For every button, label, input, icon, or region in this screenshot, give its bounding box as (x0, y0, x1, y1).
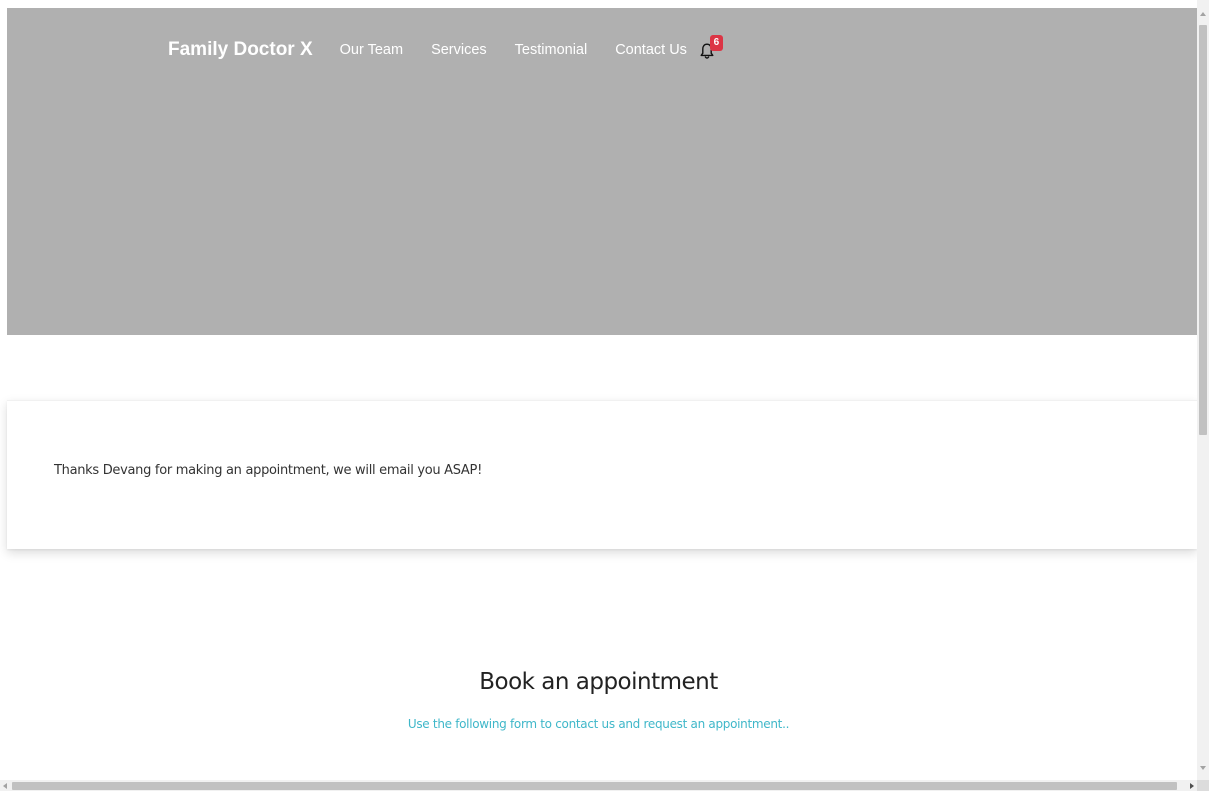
notification-count-badge: 6 (709, 35, 723, 51)
nav-link-testimonial[interactable]: Testimonial (515, 42, 588, 58)
horizontal-scrollbar[interactable] (0, 780, 1197, 791)
book-appointment-title: Book an appointment (479, 669, 718, 695)
nav-link-services[interactable]: Services (431, 42, 487, 58)
scroll-left-arrow-icon[interactable] (3, 783, 7, 789)
appointment-confirmation-card: Thanks Devang for making an appointment,… (7, 400, 1197, 549)
notifications-button[interactable]: 6 (698, 35, 723, 63)
nav-link-contact-us[interactable]: Contact Us (615, 42, 687, 58)
horizontal-scroll-thumb[interactable] (12, 782, 1177, 790)
vertical-scrollbar[interactable] (1197, 0, 1209, 780)
page-top-edge (0, 0, 1197, 8)
book-appointment-subtitle: Use the following form to contact us and… (407, 717, 790, 731)
scroll-right-arrow-icon[interactable] (1190, 783, 1194, 789)
main-navbar: Family Doctor X Our Team Services Testim… (168, 30, 723, 70)
page-viewport: Family Doctor X Our Team Services Testim… (0, 0, 1209, 791)
brand-logo-link[interactable]: Family Doctor X (168, 39, 313, 61)
scroll-up-arrow-icon[interactable] (1200, 12, 1206, 16)
vertical-scroll-thumb[interactable] (1199, 25, 1207, 435)
confirmation-message: Thanks Devang for making an appointment,… (54, 463, 482, 478)
scroll-down-arrow-icon[interactable] (1200, 766, 1206, 770)
scrollbar-corner (1197, 780, 1209, 791)
nav-link-our-team[interactable]: Our Team (340, 42, 403, 58)
